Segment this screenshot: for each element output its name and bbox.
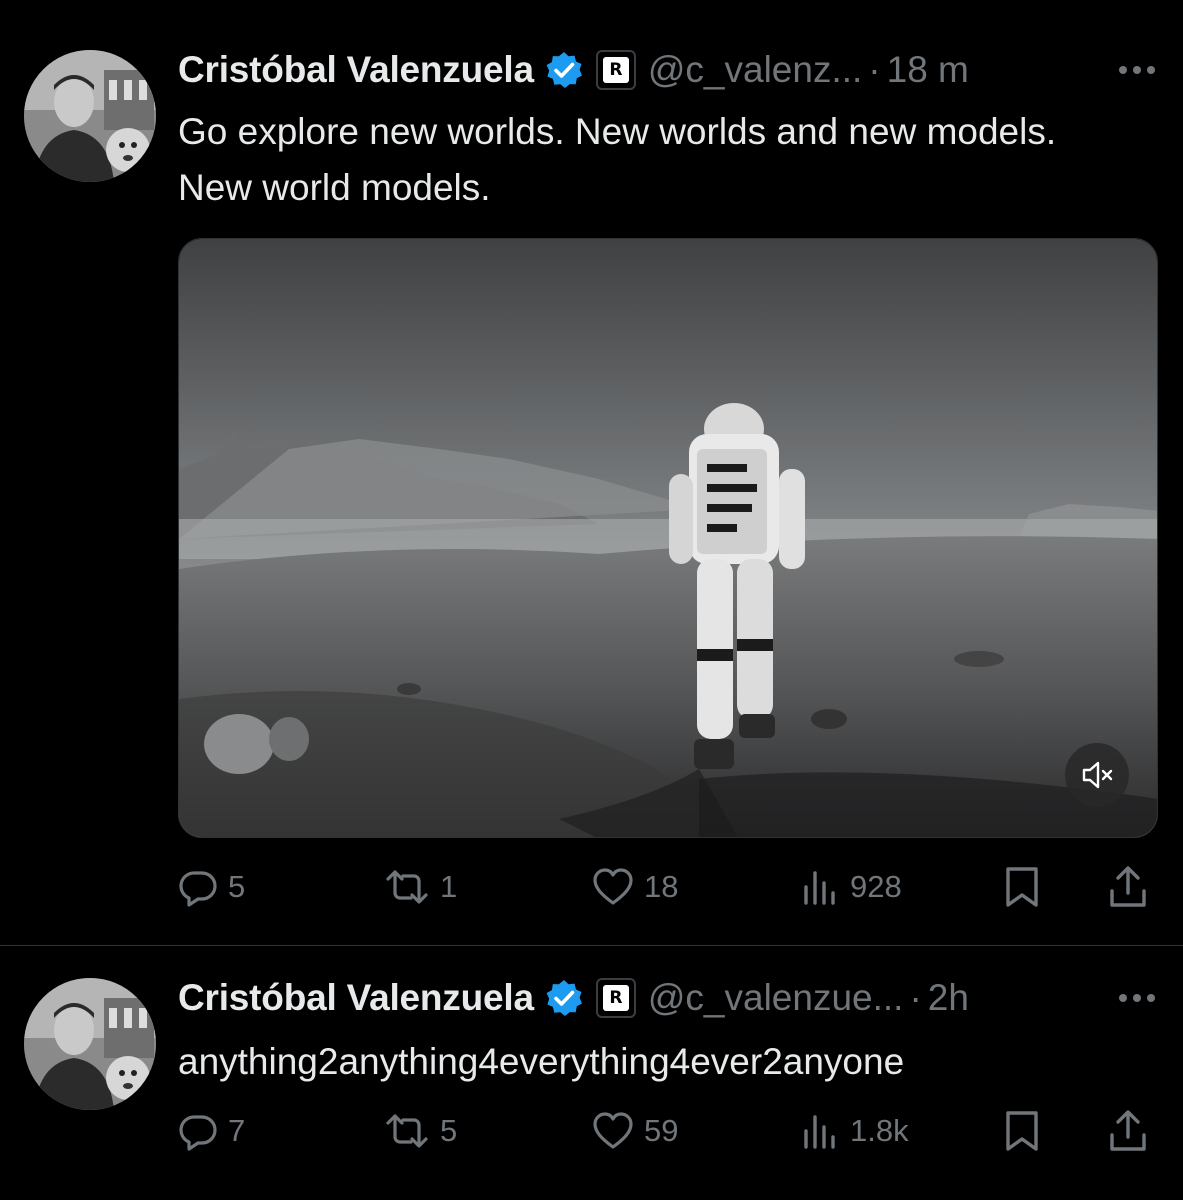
share-icon: [1110, 866, 1146, 907]
tweet-text: Go explore new worlds. New worlds and ne…: [178, 111, 1057, 208]
views-icon: [804, 871, 835, 905]
retweet-button[interactable]: 5: [384, 1106, 457, 1156]
tweet-header: Cristóbal Valenzuela R @c_valenz... · 18…: [178, 48, 1159, 92]
bookmark-button[interactable]: [1002, 862, 1042, 912]
bookmark-icon: [1006, 1111, 1038, 1151]
views-button[interactable]: 928: [800, 862, 902, 912]
tweet-actions: 5 1 18 928: [178, 862, 1159, 912]
bookmark-icon: [1006, 867, 1038, 907]
retweet-icon: [386, 870, 428, 904]
retweet-count: 5: [440, 1113, 458, 1148]
mute-icon[interactable]: [1065, 743, 1129, 807]
bookmark-button[interactable]: [1002, 1106, 1042, 1156]
affiliate-badge-letter: R: [602, 57, 629, 83]
reply-count: 7: [228, 1113, 246, 1148]
separator-dot: ·: [868, 49, 881, 90]
avatar[interactable]: [24, 50, 156, 182]
like-button[interactable]: 59: [592, 1106, 678, 1156]
tweet-text: anything2anything4everything4ever2anyone: [178, 1041, 905, 1082]
share-icon: [1110, 1110, 1146, 1151]
timestamp[interactable]: 2h: [928, 977, 969, 1019]
tweet-video[interactable]: [178, 238, 1158, 838]
tweet[interactable]: Cristóbal Valenzuela R @c_valenz... · 18…: [0, 0, 1183, 946]
affiliate-badge-icon[interactable]: R: [595, 50, 636, 90]
views-button[interactable]: 1.8k: [800, 1106, 909, 1156]
timestamp[interactable]: 18 m: [887, 49, 969, 91]
author-handle[interactable]: @c_valenzue...: [648, 977, 904, 1019]
like-icon: [593, 1112, 633, 1149]
like-icon: [593, 868, 633, 905]
like-button[interactable]: 18: [592, 862, 678, 912]
share-button[interactable]: [1108, 862, 1148, 912]
author-handle[interactable]: @c_valenz...: [648, 49, 862, 91]
author-name[interactable]: Cristóbal Valenzuela: [178, 49, 534, 91]
views-icon: [804, 1115, 835, 1149]
separator-dot: ·: [909, 977, 922, 1018]
like-count: 18: [644, 869, 679, 904]
tweet-actions: 7 5 59 1.8k: [178, 1106, 1159, 1156]
author-name[interactable]: Cristóbal Valenzuela: [178, 977, 534, 1019]
views-count: 928: [850, 869, 902, 904]
retweet-button[interactable]: 1: [384, 862, 457, 912]
more-icon[interactable]: [1115, 976, 1159, 1020]
affiliate-badge-icon[interactable]: R: [595, 978, 636, 1018]
tweet[interactable]: Cristóbal Valenzuela R @c_valenzue... · …: [0, 946, 1183, 1200]
share-button[interactable]: [1108, 1106, 1148, 1156]
tweet-header: Cristóbal Valenzuela R @c_valenzue... · …: [178, 976, 1159, 1020]
retweet-count: 1: [440, 869, 458, 904]
verified-badge-icon: [546, 52, 582, 88]
verified-badge-icon: [546, 980, 582, 1016]
more-icon[interactable]: [1115, 48, 1159, 92]
retweet-icon: [386, 1114, 428, 1148]
reply-icon: [179, 1115, 217, 1151]
reply-icon: [179, 871, 217, 907]
reply-count: 5: [228, 869, 246, 904]
views-count: 1.8k: [850, 1113, 909, 1148]
reply-button[interactable]: 7: [178, 1106, 245, 1156]
like-count: 59: [644, 1113, 679, 1148]
affiliate-badge-letter: R: [602, 985, 629, 1011]
avatar[interactable]: [24, 978, 156, 1110]
reply-button[interactable]: 5: [178, 862, 245, 912]
